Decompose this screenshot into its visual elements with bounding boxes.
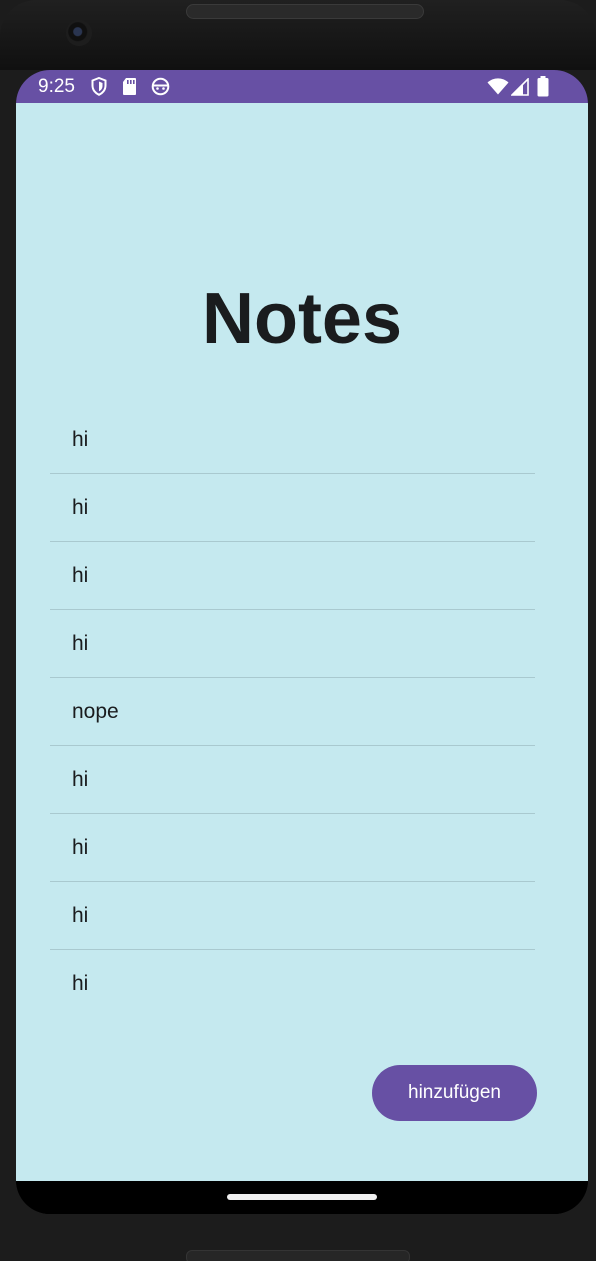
status-bar: 9:25 [16, 70, 588, 103]
status-time: 9:25 [38, 76, 75, 97]
android-face-icon [151, 77, 170, 101]
notes-list: hi hi hi hi nope hi hi hi hi [50, 406, 535, 1018]
earpiece-speaker [186, 4, 424, 19]
front-camera [66, 20, 92, 46]
note-list-item[interactable]: hi [50, 746, 535, 814]
gesture-nav-bar [16, 1181, 588, 1214]
wifi-icon [487, 78, 509, 100]
sd-card-icon [122, 77, 137, 101]
note-list-item[interactable]: hi [50, 542, 535, 610]
note-list-item[interactable]: nope [50, 678, 535, 746]
shield-icon [91, 76, 107, 101]
app-content: Notes hi hi hi hi nope hi hi hi hi hinzu… [16, 103, 588, 1181]
cell-signal-icon [510, 77, 529, 101]
top-bezel [0, 0, 596, 70]
note-list-item[interactable]: hi [50, 610, 535, 678]
note-list-item[interactable]: hi [50, 406, 535, 474]
note-list-item[interactable]: hi [50, 474, 535, 542]
note-list-item[interactable]: hi [50, 882, 535, 950]
add-note-button[interactable]: hinzufügen [372, 1065, 537, 1121]
note-list-item[interactable]: hi [50, 814, 535, 882]
home-gesture-handle[interactable] [227, 1194, 377, 1200]
page-title: Notes [201, 279, 403, 359]
phone-frame: 9:25 Notes hi hi hi hi nope hi hi hi hi … [0, 0, 596, 1261]
battery-icon [537, 76, 549, 102]
screen: 9:25 Notes hi hi hi hi nope hi hi hi hi … [16, 70, 588, 1214]
note-list-item[interactable]: hi [50, 950, 535, 1018]
bottom-speaker [186, 1250, 410, 1261]
